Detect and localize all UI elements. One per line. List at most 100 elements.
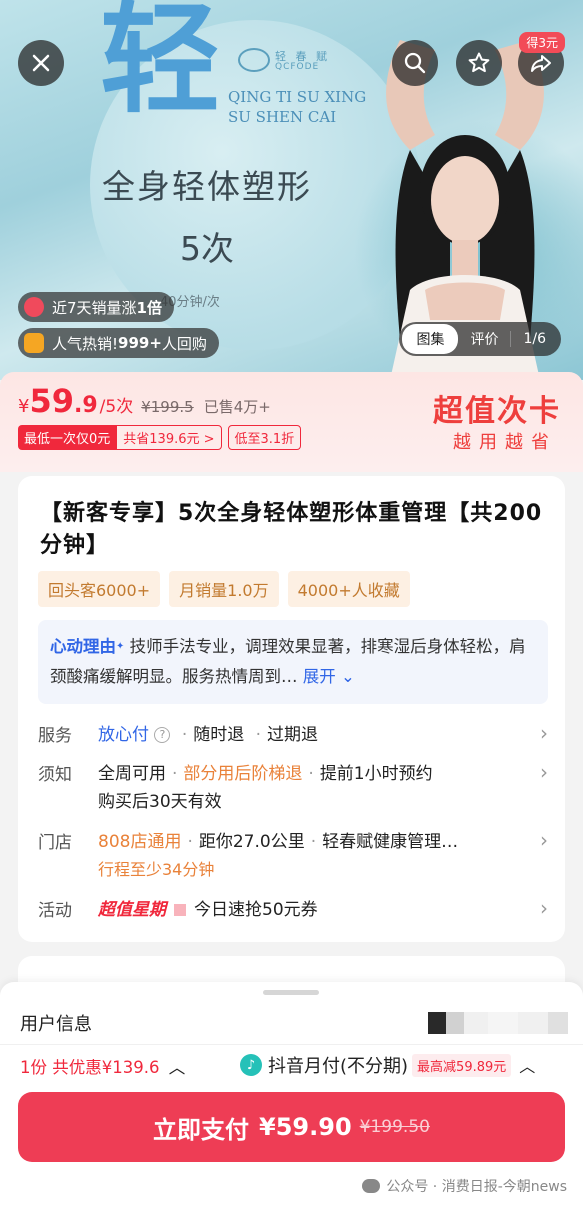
notice-item: 提前1小时预约 [319, 764, 433, 784]
lowest-price-tag: 最低一次仅0元 [18, 425, 117, 450]
badge-text: 人气热销! [52, 334, 119, 353]
tab-reviews[interactable]: 评价 [458, 329, 510, 349]
pay-button-price: ¥59.90 [259, 1113, 352, 1141]
notice-item: 购买后30天有效 [98, 792, 222, 812]
chevron-right-icon: › [540, 721, 548, 745]
notice-row[interactable]: 须知 全周可用 · 部分用后阶梯退 · 提前1小时预约 购买后30天有效 › [38, 760, 548, 820]
store-count: 808店通用 [98, 832, 182, 852]
badge-text: 近7天销量涨 [52, 298, 137, 317]
masked-user-info [428, 1012, 568, 1034]
douyin-pay-icon: ♪ [240, 1054, 262, 1076]
separator-dot: · [181, 725, 188, 745]
activity-tag: 超值星期 [98, 900, 166, 920]
stat-chip: 月销量1.0万 [169, 571, 279, 607]
badge-text: 人回购 [161, 334, 207, 353]
watermark: 公众号 · 消费日报-今朝news [362, 1176, 567, 1196]
gallery-page-counter: 1/6 [523, 331, 546, 347]
watermark-text: 公众号 · 消费日报-今朝news [386, 1179, 567, 1195]
sold-count: 已售4万+ [203, 398, 271, 416]
checkout-sheet: 用户信息 1份 共优惠¥139.6 ︿ ♪ 抖音月付(不分期) 最高减59.89… [0, 982, 583, 1208]
help-icon[interactable]: ? [154, 727, 171, 743]
original-price: ¥199.5 [141, 398, 194, 416]
store-distance: 距你27.0公里 [198, 832, 305, 852]
row-label: 服务 [38, 726, 72, 746]
activity-row[interactable]: 活动 超值星期 今日速抢50元券 › [38, 896, 548, 926]
favorite-button[interactable] [456, 40, 502, 86]
reason-label: 心动理由 [50, 637, 116, 656]
discount-tag: 低至3.1折 [227, 425, 302, 450]
share-icon [531, 55, 551, 72]
chevron-up-icon: ︿ [168, 1058, 186, 1077]
stat-chip: 4000+人收藏 [287, 571, 410, 607]
gift-icon [24, 333, 44, 353]
travel-time: 行程至少34分钟 [98, 860, 215, 879]
hero-slogan: SU SHEN CAI [228, 108, 337, 126]
service-main: 放心付 [98, 725, 149, 745]
product-image-gallery[interactable]: 轻 轻 春 赋 QCFODE QING TI SU XING SU SHEN C… [0, 0, 583, 380]
price-symbol: ¥ [18, 396, 30, 417]
chevron-up-icon: ︿ [519, 1057, 536, 1076]
price-integer: 59 [29, 382, 74, 420]
product-title: 【新客专享】5次全身轻体塑形体重管理【共200分钟】 [40, 501, 543, 558]
close-button[interactable] [18, 40, 64, 86]
notice-item: 全周可用 [98, 764, 166, 784]
savings-tag[interactable]: 共省139.6元 > [116, 425, 222, 450]
chevron-right-icon: › [540, 828, 548, 852]
drag-handle[interactable] [263, 990, 319, 995]
wechat-icon [362, 1179, 381, 1193]
chevron-right-icon: › [540, 760, 548, 784]
separator-dot: · [255, 725, 262, 745]
row-label: 门店 [38, 833, 72, 853]
hero-title: 5次 [180, 229, 234, 268]
promo-title: 超值次卡 [433, 394, 561, 429]
badge-text-bold: 1倍 [136, 298, 162, 317]
price-row: ¥ 59 .9 /5次 ¥199.5 已售4万+ [18, 382, 271, 420]
user-info-label[interactable]: 用户信息 [20, 1010, 92, 1036]
quantity-discount-text: 1份 共优惠¥139.6 [20, 1058, 160, 1077]
quantity-discount-toggle[interactable]: 1份 共优惠¥139.6 ︿ [20, 1054, 185, 1078]
chevron-right-icon: › [540, 896, 548, 920]
share-coupon-badge: 得3元 [519, 32, 565, 53]
sales-growth-badge: 近7天销量涨 1倍 [18, 292, 174, 322]
price-decimal: .9 [73, 393, 98, 418]
badge-text-bold: 999+ [118, 334, 162, 352]
row-label: 须知 [38, 765, 72, 785]
search-button[interactable] [392, 40, 438, 86]
tab-gallery[interactable]: 图集 [402, 324, 459, 354]
max-discount-badge: 最高减59.89元 [412, 1053, 512, 1077]
expand-link[interactable]: 展开 ⌄ [303, 667, 355, 686]
payment-method-selector[interactable]: ♪ 抖音月付(不分期) 最高减59.89元 ︿ [240, 1052, 535, 1078]
star-icon [468, 52, 490, 73]
service-row[interactable]: 服务 放心付 ? · 随时退 · 过期退 › [38, 721, 548, 751]
price-unit: /5次 [99, 397, 134, 417]
notice-item: 部分用后阶梯退 [183, 764, 303, 784]
brand-name-en: QCFODE [275, 62, 320, 72]
service-item: 过期退 [267, 725, 319, 745]
product-info-card: 【新客专享】5次全身轻体塑形体重管理【共200分钟】 回头客6000+ 月销量1… [18, 476, 565, 942]
service-item: 随时退 [193, 725, 245, 745]
store-name: 轻春赋健康管理… [322, 832, 459, 852]
search-icon [404, 52, 426, 74]
hot-sale-badge: 人气热销! 999+ 人回购 [18, 328, 219, 358]
gallery-switcher: 图集 评价 1/6 [399, 322, 561, 356]
pay-now-button[interactable]: 立即支付 ¥59.90 ¥199.50 [18, 1092, 565, 1162]
payment-method-name: 抖音月付(不分期) [268, 1056, 409, 1077]
highlight-reason-box[interactable]: 心动理由✦ 技师手法专业，调理效果显著，排寒湿后身体轻松，肩颈酸痛缓解明显。服务… [38, 620, 548, 704]
store-row[interactable]: 门店 808店通用 · 距你27.0公里 · 轻春赋健康管理… 行程至少34分钟 › [38, 828, 548, 888]
activity-text: 今日速抢50元券 [194, 900, 318, 920]
stats-chips: 回头客6000+ 月销量1.0万 4000+人收藏 [38, 571, 410, 607]
promo-subtitle: 越用越省 [453, 432, 557, 453]
price-tags: 最低一次仅0元 共省139.6元 > 低至3.1折 [18, 425, 302, 450]
close-icon [32, 54, 50, 72]
brand-logo-icon [238, 48, 270, 72]
hero-title: 全身轻体塑形 [102, 167, 312, 206]
row-label: 活动 [38, 901, 72, 921]
activity-marker [174, 904, 186, 916]
divider [0, 1044, 583, 1045]
hero-big-character: 轻 [100, 0, 220, 130]
pay-button-original-price: ¥199.50 [359, 1117, 430, 1137]
pay-button-label: 立即支付 [153, 1115, 250, 1144]
lightning-icon [24, 297, 44, 317]
chevron-down-icon: ⌄ [335, 667, 355, 686]
stat-chip: 回头客6000+ [38, 571, 161, 607]
